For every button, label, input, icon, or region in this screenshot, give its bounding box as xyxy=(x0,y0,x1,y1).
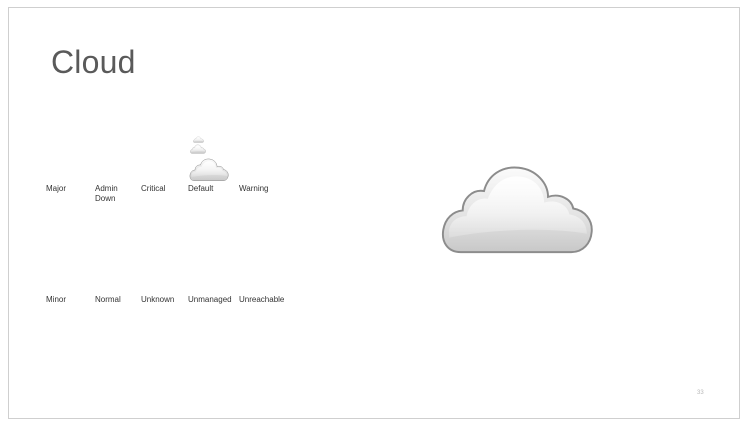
cloud-icon xyxy=(190,144,206,154)
state-label-default: Default xyxy=(188,184,214,193)
state-label-admin-down: Admin Down xyxy=(95,184,118,203)
page-title: Cloud xyxy=(51,44,136,80)
cloud-icon xyxy=(189,157,229,182)
cloud-icon xyxy=(193,136,204,143)
cloud-icon-large xyxy=(438,160,596,257)
state-label-unmanaged: Unmanaged xyxy=(188,295,232,304)
state-label-unknown: Unknown xyxy=(141,295,175,304)
state-label-warning: Warning xyxy=(239,184,269,193)
slide-number: 33 xyxy=(697,390,704,396)
state-label-normal: Normal xyxy=(95,295,121,304)
state-label-major: Major xyxy=(46,184,67,193)
state-label-unreachable: Unreachable xyxy=(239,295,285,304)
state-label-critical: Critical xyxy=(141,184,166,193)
state-label-minor: Minor xyxy=(46,295,67,304)
